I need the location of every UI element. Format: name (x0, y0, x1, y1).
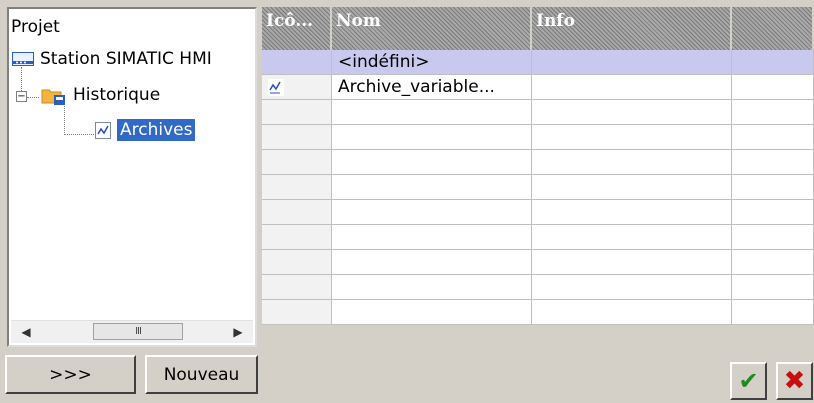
table-row-empty[interactable] (262, 225, 814, 250)
table-cell[interactable] (732, 275, 814, 300)
table-cell[interactable] (732, 200, 814, 225)
table-row-empty[interactable] (262, 250, 814, 275)
table-cell[interactable] (332, 100, 532, 125)
table-cell[interactable] (532, 150, 732, 175)
table-cell[interactable] (262, 100, 332, 125)
table-cell[interactable] (732, 250, 814, 275)
collapse-toggle[interactable]: − (16, 91, 27, 102)
table-cell[interactable] (732, 175, 814, 200)
table-cell[interactable] (532, 125, 732, 150)
table-cell[interactable] (332, 275, 532, 300)
more-button[interactable]: >>> (5, 355, 136, 394)
table-cell[interactable] (532, 300, 732, 325)
column-header-extra[interactable] (732, 7, 814, 50)
tree-root-label: Projet (11, 17, 60, 37)
table-cell-info[interactable] (532, 50, 732, 75)
table-cell[interactable] (332, 225, 532, 250)
table-cell-icon[interactable] (262, 75, 332, 100)
table-cell-info[interactable] (532, 75, 732, 100)
column-header-nom[interactable]: Nom (332, 7, 532, 50)
table-cell[interactable] (262, 200, 332, 225)
table-cell[interactable] (332, 175, 532, 200)
table-cell[interactable] (262, 275, 332, 300)
table-cell[interactable] (262, 300, 332, 325)
archive-icon (95, 121, 111, 139)
table-cell[interactable] (532, 100, 732, 125)
table-cell[interactable] (732, 100, 814, 125)
folder-archive-icon (41, 86, 67, 105)
table-row-empty[interactable] (262, 100, 814, 125)
station-icon (12, 52, 34, 66)
table-cell-name[interactable]: Archive_variable... (332, 75, 532, 100)
tree-connector (64, 103, 65, 135)
tree-item-station[interactable]: Station SIMATIC HMI (12, 49, 212, 69)
tree-item-label: Historique (73, 85, 161, 105)
ok-check-icon[interactable]: ✔ (730, 362, 767, 400)
table-cell[interactable] (532, 175, 732, 200)
tree-item-historique[interactable]: Historique (41, 85, 160, 105)
table-cell[interactable] (262, 150, 332, 175)
table-cell-name[interactable]: <indéfini> (332, 50, 532, 75)
archive-grid[interactable]: Icô... Nom Info <indéfini> Archive_varia… (262, 7, 814, 354)
table-row-empty[interactable] (262, 275, 814, 300)
tree-connector (27, 97, 39, 98)
tree-horizontal-scrollbar[interactable]: ◀ III ▶ (11, 320, 253, 343)
table-cell[interactable] (532, 225, 732, 250)
table-cell[interactable] (732, 225, 814, 250)
cancel-x-icon[interactable]: ✖ (776, 362, 813, 400)
table-cell-extra[interactable] (732, 50, 814, 75)
scroll-right-arrow-icon[interactable]: ▶ (229, 323, 247, 341)
archive-icon (268, 78, 284, 96)
tree-item-label: Archives (117, 119, 196, 141)
column-header-info[interactable]: Info (532, 7, 732, 50)
table-cell[interactable] (332, 200, 532, 225)
table-cell[interactable] (332, 300, 532, 325)
table-row-new[interactable]: <indéfini> (262, 50, 814, 75)
column-header-icon[interactable]: Icô... (262, 7, 332, 50)
table-cell[interactable] (732, 125, 814, 150)
table-cell[interactable] (532, 200, 732, 225)
table-cell[interactable] (262, 125, 332, 150)
table-cell-icon[interactable] (262, 50, 332, 75)
table-cell[interactable] (732, 300, 814, 325)
table-cell-extra[interactable] (732, 75, 814, 100)
archive-dialog: Projet Station SIMATIC HMI − Historique … (0, 0, 814, 403)
tree-connector (64, 134, 94, 135)
table-cell[interactable] (732, 150, 814, 175)
project-tree[interactable]: Projet Station SIMATIC HMI − Historique … (7, 7, 257, 347)
table-row-empty[interactable] (262, 150, 814, 175)
scroll-thumb[interactable]: III (93, 323, 183, 340)
table-row-empty[interactable] (262, 200, 814, 225)
tree-item-archives[interactable]: Archives (95, 119, 196, 141)
table-cell[interactable] (262, 225, 332, 250)
table-cell[interactable] (262, 250, 332, 275)
grid-header: Icô... Nom Info (262, 7, 814, 50)
table-row[interactable]: Archive_variable... (262, 75, 814, 100)
table-cell[interactable] (532, 275, 732, 300)
table-cell[interactable] (262, 175, 332, 200)
table-row-empty[interactable] (262, 175, 814, 200)
table-cell[interactable] (532, 250, 732, 275)
table-cell[interactable] (332, 125, 532, 150)
new-button[interactable]: Nouveau (145, 355, 258, 394)
scroll-left-arrow-icon[interactable]: ◀ (17, 323, 35, 341)
table-cell[interactable] (332, 150, 532, 175)
table-cell[interactable] (332, 250, 532, 275)
tree-item-label: Station SIMATIC HMI (40, 49, 212, 69)
table-row-empty[interactable] (262, 125, 814, 150)
table-row-empty[interactable] (262, 300, 814, 325)
